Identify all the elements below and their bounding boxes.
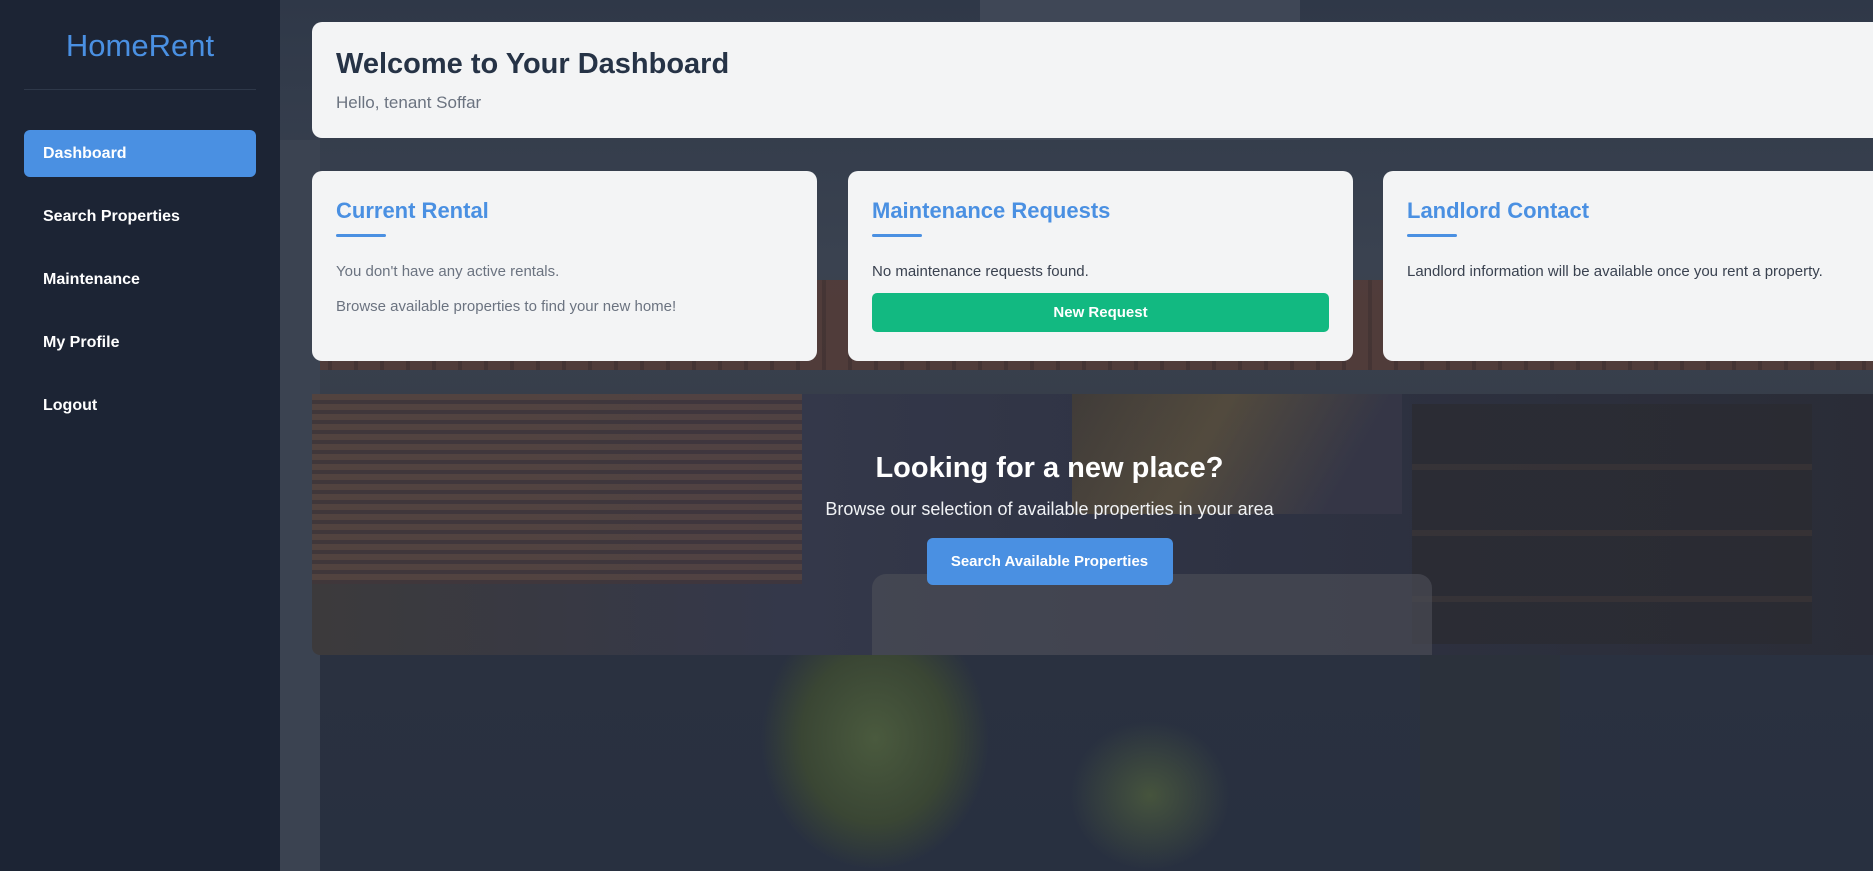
title-underline: [336, 234, 386, 237]
browse-hint-text: Browse available properties to find your…: [336, 298, 677, 315]
landlord-info-text: Landlord information will be available o…: [1407, 263, 1823, 280]
no-rentals-text: You don't have any active rentals.: [336, 263, 560, 280]
card-title: Landlord Contact: [1407, 198, 1590, 223]
app-root: HomeRent Dashboard Search Properties Mai…: [0, 0, 1873, 871]
sidebar-item-search-properties[interactable]: Search Properties: [24, 193, 256, 240]
maintenance-requests-card: Maintenance Requests No maintenance requ…: [848, 171, 1353, 361]
promo-content: Looking for a new place? Browse our sele…: [312, 394, 1787, 655]
promo-subtitle: Browse our selection of available proper…: [825, 499, 1274, 519]
background-plant-small: [1070, 720, 1230, 871]
new-request-button[interactable]: New Request: [872, 293, 1329, 332]
background-door: [1420, 655, 1560, 871]
sidebar-item-logout[interactable]: Logout: [24, 382, 256, 429]
card-title: Maintenance Requests: [872, 198, 1111, 223]
current-rental-card: Current Rental You don't have any active…: [312, 171, 817, 361]
no-requests-text: No maintenance requests found.: [872, 263, 1089, 280]
search-available-properties-button[interactable]: Search Available Properties: [926, 538, 1173, 585]
greeting-text: Hello, tenant Soffar: [336, 93, 482, 112]
background-plant: [760, 650, 990, 871]
sidebar: HomeRent Dashboard Search Properties Mai…: [0, 0, 280, 871]
promo-title: Looking for a new place?: [875, 452, 1224, 484]
sidebar-item-dashboard[interactable]: Dashboard: [24, 130, 256, 177]
sidebar-nav: Dashboard Search Properties Maintenance …: [24, 130, 256, 445]
sidebar-item-maintenance[interactable]: Maintenance: [24, 256, 256, 303]
card-title: Current Rental: [336, 198, 489, 223]
landlord-contact-card: Landlord Contact Landlord information wi…: [1383, 171, 1873, 361]
sidebar-item-my-profile[interactable]: My Profile: [24, 319, 256, 366]
title-underline: [1407, 234, 1457, 237]
title-underline: [872, 234, 922, 237]
page-title: Welcome to Your Dashboard: [336, 48, 730, 80]
promo-banner: Looking for a new place? Browse our sele…: [312, 394, 1873, 655]
brand-logo[interactable]: HomeRent: [24, 18, 256, 90]
welcome-panel: Welcome to Your Dashboard Hello, tenant …: [312, 22, 1873, 138]
